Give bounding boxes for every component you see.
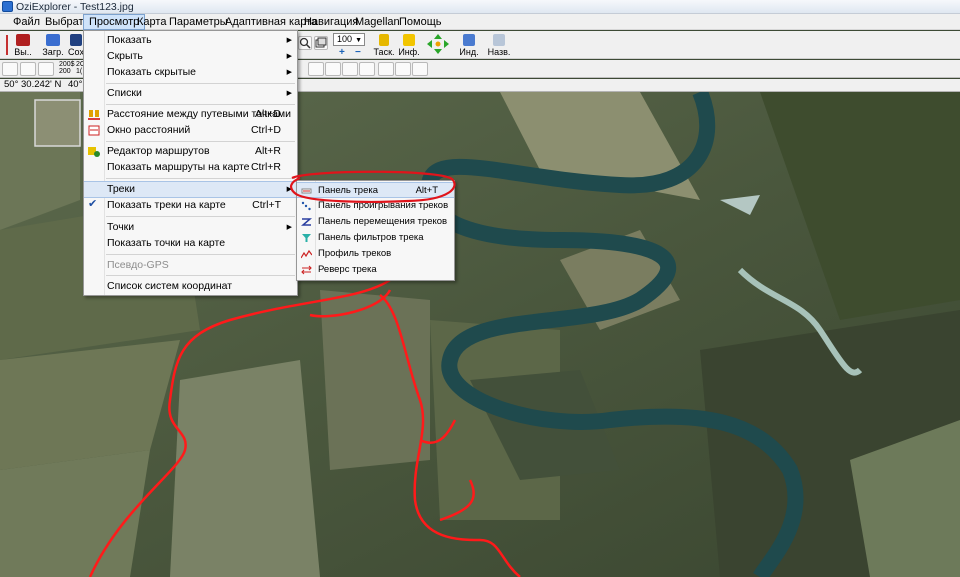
menu-item-show-tracks[interactable]: ✔ Показать треки на карте Ctrl+T — [84, 198, 297, 213]
save-button[interactable]: Сох — [68, 33, 84, 58]
track-filter-icon — [302, 234, 311, 242]
zoom-tool-button[interactable] — [298, 36, 312, 50]
menu-item-pseudo-gps[interactable]: Псевдо-GPS — [84, 258, 297, 273]
submenu-arrow-icon: ▶ — [286, 186, 292, 193]
window-title: OziExplorer - Test123.jpg — [16, 1, 134, 13]
save-icon — [70, 34, 82, 46]
menu-item-distance-window[interactable]: Окно расстояний Ctrl+D — [84, 123, 297, 138]
rename-tool-button[interactable] — [378, 62, 394, 76]
menu-item-show-routes[interactable]: Показать маршруты на карте Ctrl+R — [84, 160, 297, 175]
check-icon: ✔ — [88, 198, 98, 210]
chevron-down-icon: ▼ — [355, 37, 362, 44]
index-button[interactable]: Инд. — [458, 33, 480, 58]
name-button[interactable]: Назв. — [486, 33, 512, 58]
submenu-arrow-icon: ▶ — [286, 53, 292, 60]
submenu-arrow-icon: ▶ — [286, 90, 292, 97]
longitude-readout: 40° — [68, 79, 83, 90]
crosshair-tool-button[interactable] — [325, 62, 341, 76]
submenu-arrow-icon: ▶ — [286, 69, 292, 76]
submenu-item-track-reverse[interactable]: Реверс трека — [297, 262, 454, 278]
submenu-item-track-move[interactable]: Панель перемещения треков — [297, 214, 454, 230]
submenu-item-track-panel[interactable]: Панель трека Alt+T — [297, 182, 454, 198]
track-panel-icon — [301, 188, 312, 194]
app-icon — [2, 1, 13, 12]
menu-item-waypoint-distance[interactable]: Расстояние между путевыми точками Alt+D — [84, 107, 297, 122]
menu-bar: Файл Выбрать Просмотр Карта Параметры Ад… — [0, 14, 960, 30]
menu-item-lists[interactable]: Списки ▶ — [84, 86, 297, 101]
waypoint-distance-icon — [88, 110, 100, 120]
exit-button[interactable]: Вы.. — [10, 33, 36, 58]
submenu-item-track-replay[interactable]: Панель проигрывания треков — [297, 198, 454, 214]
route-editor-icon — [88, 147, 100, 157]
zoom-out-button[interactable]: − — [355, 47, 361, 58]
zoom-select[interactable]: 100 ▼ — [333, 33, 365, 46]
index-icon — [463, 34, 475, 46]
magnifier-icon — [299, 37, 311, 49]
pan-arrows-icon — [427, 34, 449, 54]
menu-item-tracks[interactable]: Треки ▶ — [84, 181, 297, 198]
title-bar: OziExplorer - Test123.jpg — [0, 0, 960, 14]
tracks-submenu: Панель трека Alt+T Панель проигрывания т… — [296, 180, 455, 281]
car-tool-button[interactable] — [2, 62, 18, 76]
lifebuoy-tool-button[interactable] — [359, 62, 375, 76]
lock-button[interactable]: Таск. — [372, 33, 396, 58]
track-reverse-icon — [301, 265, 312, 275]
track-move-icon — [301, 218, 312, 226]
track-profile-icon — [301, 249, 312, 259]
track-replay-icon — [301, 201, 311, 211]
load-button[interactable]: Загр. — [40, 33, 66, 58]
lock-icon — [379, 34, 389, 46]
anchor-tool-button[interactable] — [342, 62, 358, 76]
waypoint-tool-button[interactable] — [308, 62, 324, 76]
scale-button[interactable]: 200$ 200 — [59, 61, 75, 75]
distance-window-icon — [88, 125, 100, 136]
submenu-arrow-icon: ▶ — [286, 224, 292, 231]
submenu-item-track-filter[interactable]: Панель фильтров трека — [297, 230, 454, 246]
menu-item-hide[interactable]: Скрыть ▶ — [84, 49, 297, 64]
print-tool-button[interactable] — [20, 62, 36, 76]
menu-item-coordinate-systems[interactable]: Список систем координат — [84, 279, 297, 294]
menu-help[interactable]: Помощь — [394, 14, 447, 30]
info-button[interactable]: Инф. — [398, 33, 420, 58]
info-icon — [403, 34, 415, 46]
view-menu-dropdown: Показать ▶ Скрыть ▶ Показать скрытые ▶ С… — [83, 30, 298, 296]
pan-control[interactable] — [424, 33, 452, 58]
window-icon — [315, 37, 327, 48]
menu-item-show-hidden[interactable]: Показать скрытые ▶ — [84, 65, 297, 80]
submenu-arrow-icon: ▶ — [286, 37, 292, 44]
profile-tool-button[interactable] — [395, 62, 411, 76]
menu-item-points[interactable]: Точки ▶ — [84, 220, 297, 235]
menu-item-route-editor[interactable]: Редактор маршрутов Alt+R — [84, 144, 297, 159]
name-icon — [493, 34, 505, 46]
window-tool-button[interactable] — [314, 36, 328, 50]
submenu-item-track-profile[interactable]: Профиль треков — [297, 246, 454, 262]
menu-item-show-points[interactable]: Показать точки на карте — [84, 236, 297, 251]
copy-tool-button[interactable] — [38, 62, 54, 76]
zoom-in-button[interactable]: + — [339, 47, 345, 58]
latitude-readout: 50° 30.242' N — [4, 79, 62, 90]
menu-item-show[interactable]: Показать ▶ — [84, 33, 297, 48]
exit-icon — [16, 34, 30, 46]
filter-tool-button[interactable] — [412, 62, 428, 76]
load-icon — [46, 34, 60, 46]
